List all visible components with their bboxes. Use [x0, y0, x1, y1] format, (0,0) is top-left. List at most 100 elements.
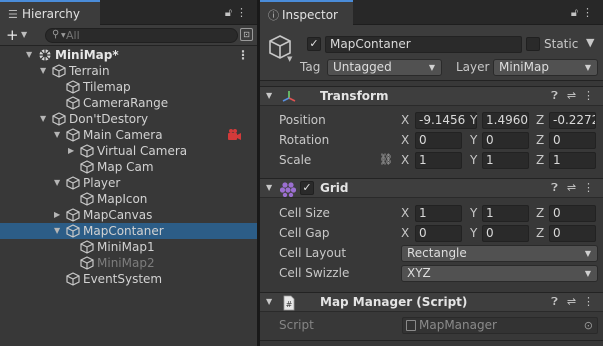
- help-icon[interactable]: ❓︎: [546, 295, 563, 309]
- hierarchy-item[interactable]: ▼ MiniMap* ⋮: [0, 47, 257, 63]
- hierarchy-item-label: Terrain: [69, 64, 110, 78]
- fold-arrow-icon[interactable]: ▼: [266, 297, 272, 306]
- hierarchy-item[interactable]: ▼ Don'tDestory: [0, 111, 257, 127]
- chevron-down-icon[interactable]: ▼: [21, 27, 27, 43]
- lock-icon[interactable]: 🔓︎: [571, 6, 582, 19]
- expand-arrow-down-icon[interactable]: ▼: [40, 63, 50, 79]
- cell-gap-z-field[interactable]: 0: [549, 225, 596, 242]
- position-z-field[interactable]: -0.2272: [549, 112, 596, 129]
- hierarchy-item-label: Player: [83, 176, 121, 190]
- search-caret-icon[interactable]: ▼: [61, 32, 66, 39]
- hierarchy-item[interactable]: MiniMap2: [0, 255, 257, 271]
- hierarchy-item[interactable]: ▼ Player: [0, 175, 257, 191]
- hierarchy-item[interactable]: Tilemap: [0, 79, 257, 95]
- link-scale-icon[interactable]: ⛓: [379, 153, 393, 166]
- hierarchy-item[interactable]: MiniMap1: [0, 239, 257, 255]
- axis-z-label[interactable]: Z: [536, 153, 544, 167]
- cell-size-y-field[interactable]: 1: [482, 205, 529, 222]
- axis-y-label[interactable]: Y: [470, 133, 477, 147]
- expand-arrow-down-icon[interactable]: ▼: [40, 111, 50, 127]
- hierarchy-item[interactable]: Map Cam: [0, 159, 257, 175]
- cell-gap-y-field[interactable]: 0: [482, 225, 529, 242]
- presets-icon[interactable]: ⇌: [563, 295, 580, 308]
- map-manager-header[interactable]: ▼ # Map Manager (Script) ❓︎ ⇌ ⋮: [260, 292, 603, 312]
- axis-y-label[interactable]: Y: [470, 226, 477, 240]
- grid-enabled-checkbox[interactable]: ✓: [300, 181, 314, 195]
- transform-header[interactable]: ▼ Transform ❓︎ ⇌ ⋮: [260, 86, 603, 106]
- scale-y-field[interactable]: 1: [482, 152, 529, 169]
- expand-arrow-right-icon[interactable]: ▶: [54, 207, 64, 223]
- position-x-field[interactable]: -9.1456: [415, 112, 477, 129]
- fold-arrow-icon[interactable]: ▼: [266, 183, 272, 192]
- static-checkbox[interactable]: [526, 37, 540, 51]
- rotation-z-field[interactable]: 0: [549, 132, 596, 149]
- hierarchy-item[interactable]: ▼ Main Camera: [0, 127, 257, 143]
- tab-inspector[interactable]: ⓘ Inspector: [260, 0, 353, 26]
- hierarchy-item[interactable]: ▶ MapCanvas: [0, 207, 257, 223]
- axis-y-label[interactable]: Y: [470, 153, 477, 167]
- axis-x-label[interactable]: X: [401, 226, 409, 240]
- object-name-field[interactable]: MapContaner: [325, 36, 522, 53]
- cell-layout-dropdown[interactable]: Rectangle ▼: [401, 245, 598, 262]
- camera-gizmo-icon[interactable]: [226, 128, 242, 142]
- chevron-down-icon: ▼: [584, 269, 591, 278]
- expand-arrow-down-icon[interactable]: ▼: [26, 47, 36, 63]
- kebab-menu-icon[interactable]: ⋮: [236, 6, 251, 19]
- grid-header[interactable]: ▼ ✓ Grid ❓︎ ⇌ ⋮: [260, 178, 603, 198]
- axis-x-label[interactable]: X: [401, 206, 409, 220]
- axis-z-label[interactable]: Z: [536, 113, 544, 127]
- hierarchy-item[interactable]: EventSystem: [0, 271, 257, 287]
- hierarchy-item[interactable]: ▼ MapContaner: [0, 223, 257, 239]
- map-manager-title: Map Manager (Script): [320, 295, 468, 309]
- cell-size-x-field[interactable]: 1: [415, 205, 462, 222]
- kebab-menu-icon[interactable]: ⋮: [582, 6, 597, 19]
- object-picker-icon[interactable]: ⊙: [584, 318, 593, 333]
- layer-dropdown[interactable]: MiniMap ▼: [493, 59, 598, 76]
- kebab-menu-icon[interactable]: ⋮: [580, 181, 597, 194]
- expand-arrow-down-icon[interactable]: ▼: [54, 223, 64, 239]
- scale-z-field[interactable]: 1: [549, 152, 596, 169]
- presets-icon[interactable]: ⇌: [563, 89, 580, 102]
- tag-dropdown[interactable]: Untagged ▼: [327, 59, 442, 76]
- rotation-y-field[interactable]: 0: [482, 132, 529, 149]
- hierarchy-item[interactable]: CameraRange: [0, 95, 257, 111]
- position-y-field[interactable]: 1.49609: [482, 112, 529, 129]
- rotation-x-field[interactable]: 0: [415, 132, 462, 149]
- scene-filter-icon[interactable]: ⊡: [240, 28, 253, 41]
- hierarchy-item[interactable]: ▼ Terrain: [0, 63, 257, 79]
- axis-z-label[interactable]: Z: [536, 206, 544, 220]
- icon-picker-caret-icon[interactable]: ▼: [287, 55, 292, 63]
- expand-arrow-down-icon[interactable]: ▼: [54, 127, 64, 143]
- add-button[interactable]: +: [6, 27, 19, 43]
- kebab-menu-icon[interactable]: ⋮: [580, 295, 597, 308]
- lock-icon[interactable]: 🔓︎: [225, 6, 236, 19]
- tab-hierarchy[interactable]: ☰ Hierarchy: [0, 0, 100, 26]
- axis-x-label[interactable]: X: [401, 113, 409, 127]
- help-icon[interactable]: ❓︎: [546, 89, 563, 103]
- hierarchy-item-label: MapCanvas: [83, 208, 153, 222]
- fold-arrow-icon[interactable]: ▼: [266, 91, 272, 100]
- scale-x-field[interactable]: 1: [415, 152, 462, 169]
- axis-z-label[interactable]: Z: [536, 133, 544, 147]
- cell-swizzle-dropdown[interactable]: XYZ ▼: [401, 265, 598, 282]
- kebab-menu-icon[interactable]: ⋮: [580, 89, 597, 102]
- axis-x-label[interactable]: X: [401, 133, 409, 147]
- axis-y-label[interactable]: Y: [470, 206, 477, 220]
- active-checkbox[interactable]: ✓: [307, 37, 321, 51]
- cell-size-z-field[interactable]: 0: [549, 205, 596, 222]
- expand-arrow-right-icon[interactable]: ▶: [68, 143, 78, 159]
- hierarchy-item[interactable]: MapIcon: [0, 191, 257, 207]
- help-icon[interactable]: ❓︎: [546, 181, 563, 195]
- cell-gap-x-field[interactable]: 0: [415, 225, 462, 242]
- expand-arrow-down-icon[interactable]: ▼: [54, 175, 64, 191]
- script-object-field[interactable]: MapManager ⊙: [402, 317, 598, 334]
- presets-icon[interactable]: ⇌: [563, 181, 580, 194]
- axis-y-label[interactable]: Y: [470, 113, 477, 127]
- static-dropdown-icon[interactable]: ▼: [586, 36, 594, 49]
- axis-x-label[interactable]: X: [401, 153, 409, 167]
- chevron-down-icon: ▼: [428, 63, 435, 72]
- search-input[interactable]: [45, 28, 238, 43]
- hierarchy-item[interactable]: ▶ Virtual Camera: [0, 143, 257, 159]
- kebab-menu-icon[interactable]: ⋮: [237, 47, 249, 63]
- axis-z-label[interactable]: Z: [536, 226, 544, 240]
